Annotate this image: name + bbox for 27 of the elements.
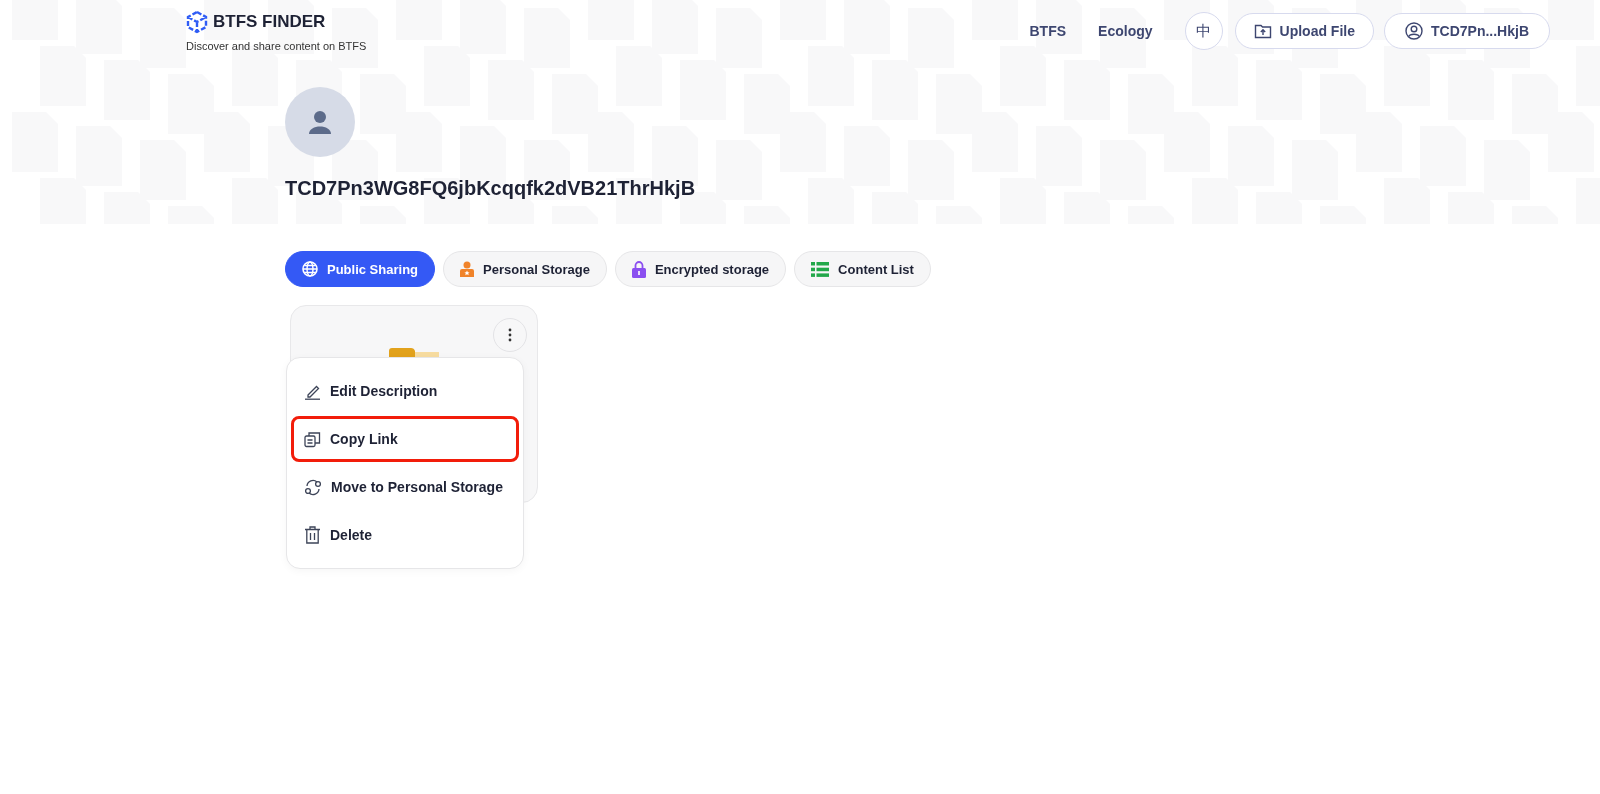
lock-icon — [631, 260, 646, 278]
logo-text[interactable]: BTFS FINDER — [213, 12, 326, 32]
account-button[interactable]: TCD7Pn...HkjB — [1384, 13, 1550, 49]
upload-file-button[interactable]: Upload File — [1234, 13, 1374, 49]
tab[interactable]: Personal Storage — [443, 251, 607, 287]
trash-icon — [304, 526, 321, 544]
menu-item[interactable]: Copy Link — [291, 416, 519, 462]
tab[interactable]: Content List — [794, 251, 931, 287]
menu-item[interactable]: Move to Personal Storage — [291, 464, 519, 510]
person-icon — [460, 261, 474, 277]
menu-item[interactable]: Edit Description — [291, 368, 519, 414]
tagline: Discover and share content on BTFS — [186, 40, 367, 52]
cube-logo-icon — [186, 10, 208, 34]
more-options-button[interactable] — [493, 318, 527, 352]
nav-link[interactable]: BTFS — [1029, 23, 1067, 39]
nav-link[interactable]: Ecology — [1098, 23, 1153, 39]
exchange-icon — [304, 478, 322, 496]
vertical-dots-icon — [508, 328, 512, 342]
user-icon — [1405, 22, 1423, 40]
wallet-address: TCD7Pn3WG8FQ6jbKcqqfk2dVB21ThrHkjB — [285, 177, 696, 200]
menu-item[interactable]: Delete — [291, 512, 519, 558]
globe-icon — [302, 261, 318, 277]
list-icon — [811, 261, 830, 277]
tab[interactable]: Public Sharing — [285, 251, 435, 287]
copy-icon — [304, 430, 321, 448]
upload-folder-icon — [1253, 23, 1272, 39]
tab[interactable]: Encrypted storage — [614, 251, 787, 287]
